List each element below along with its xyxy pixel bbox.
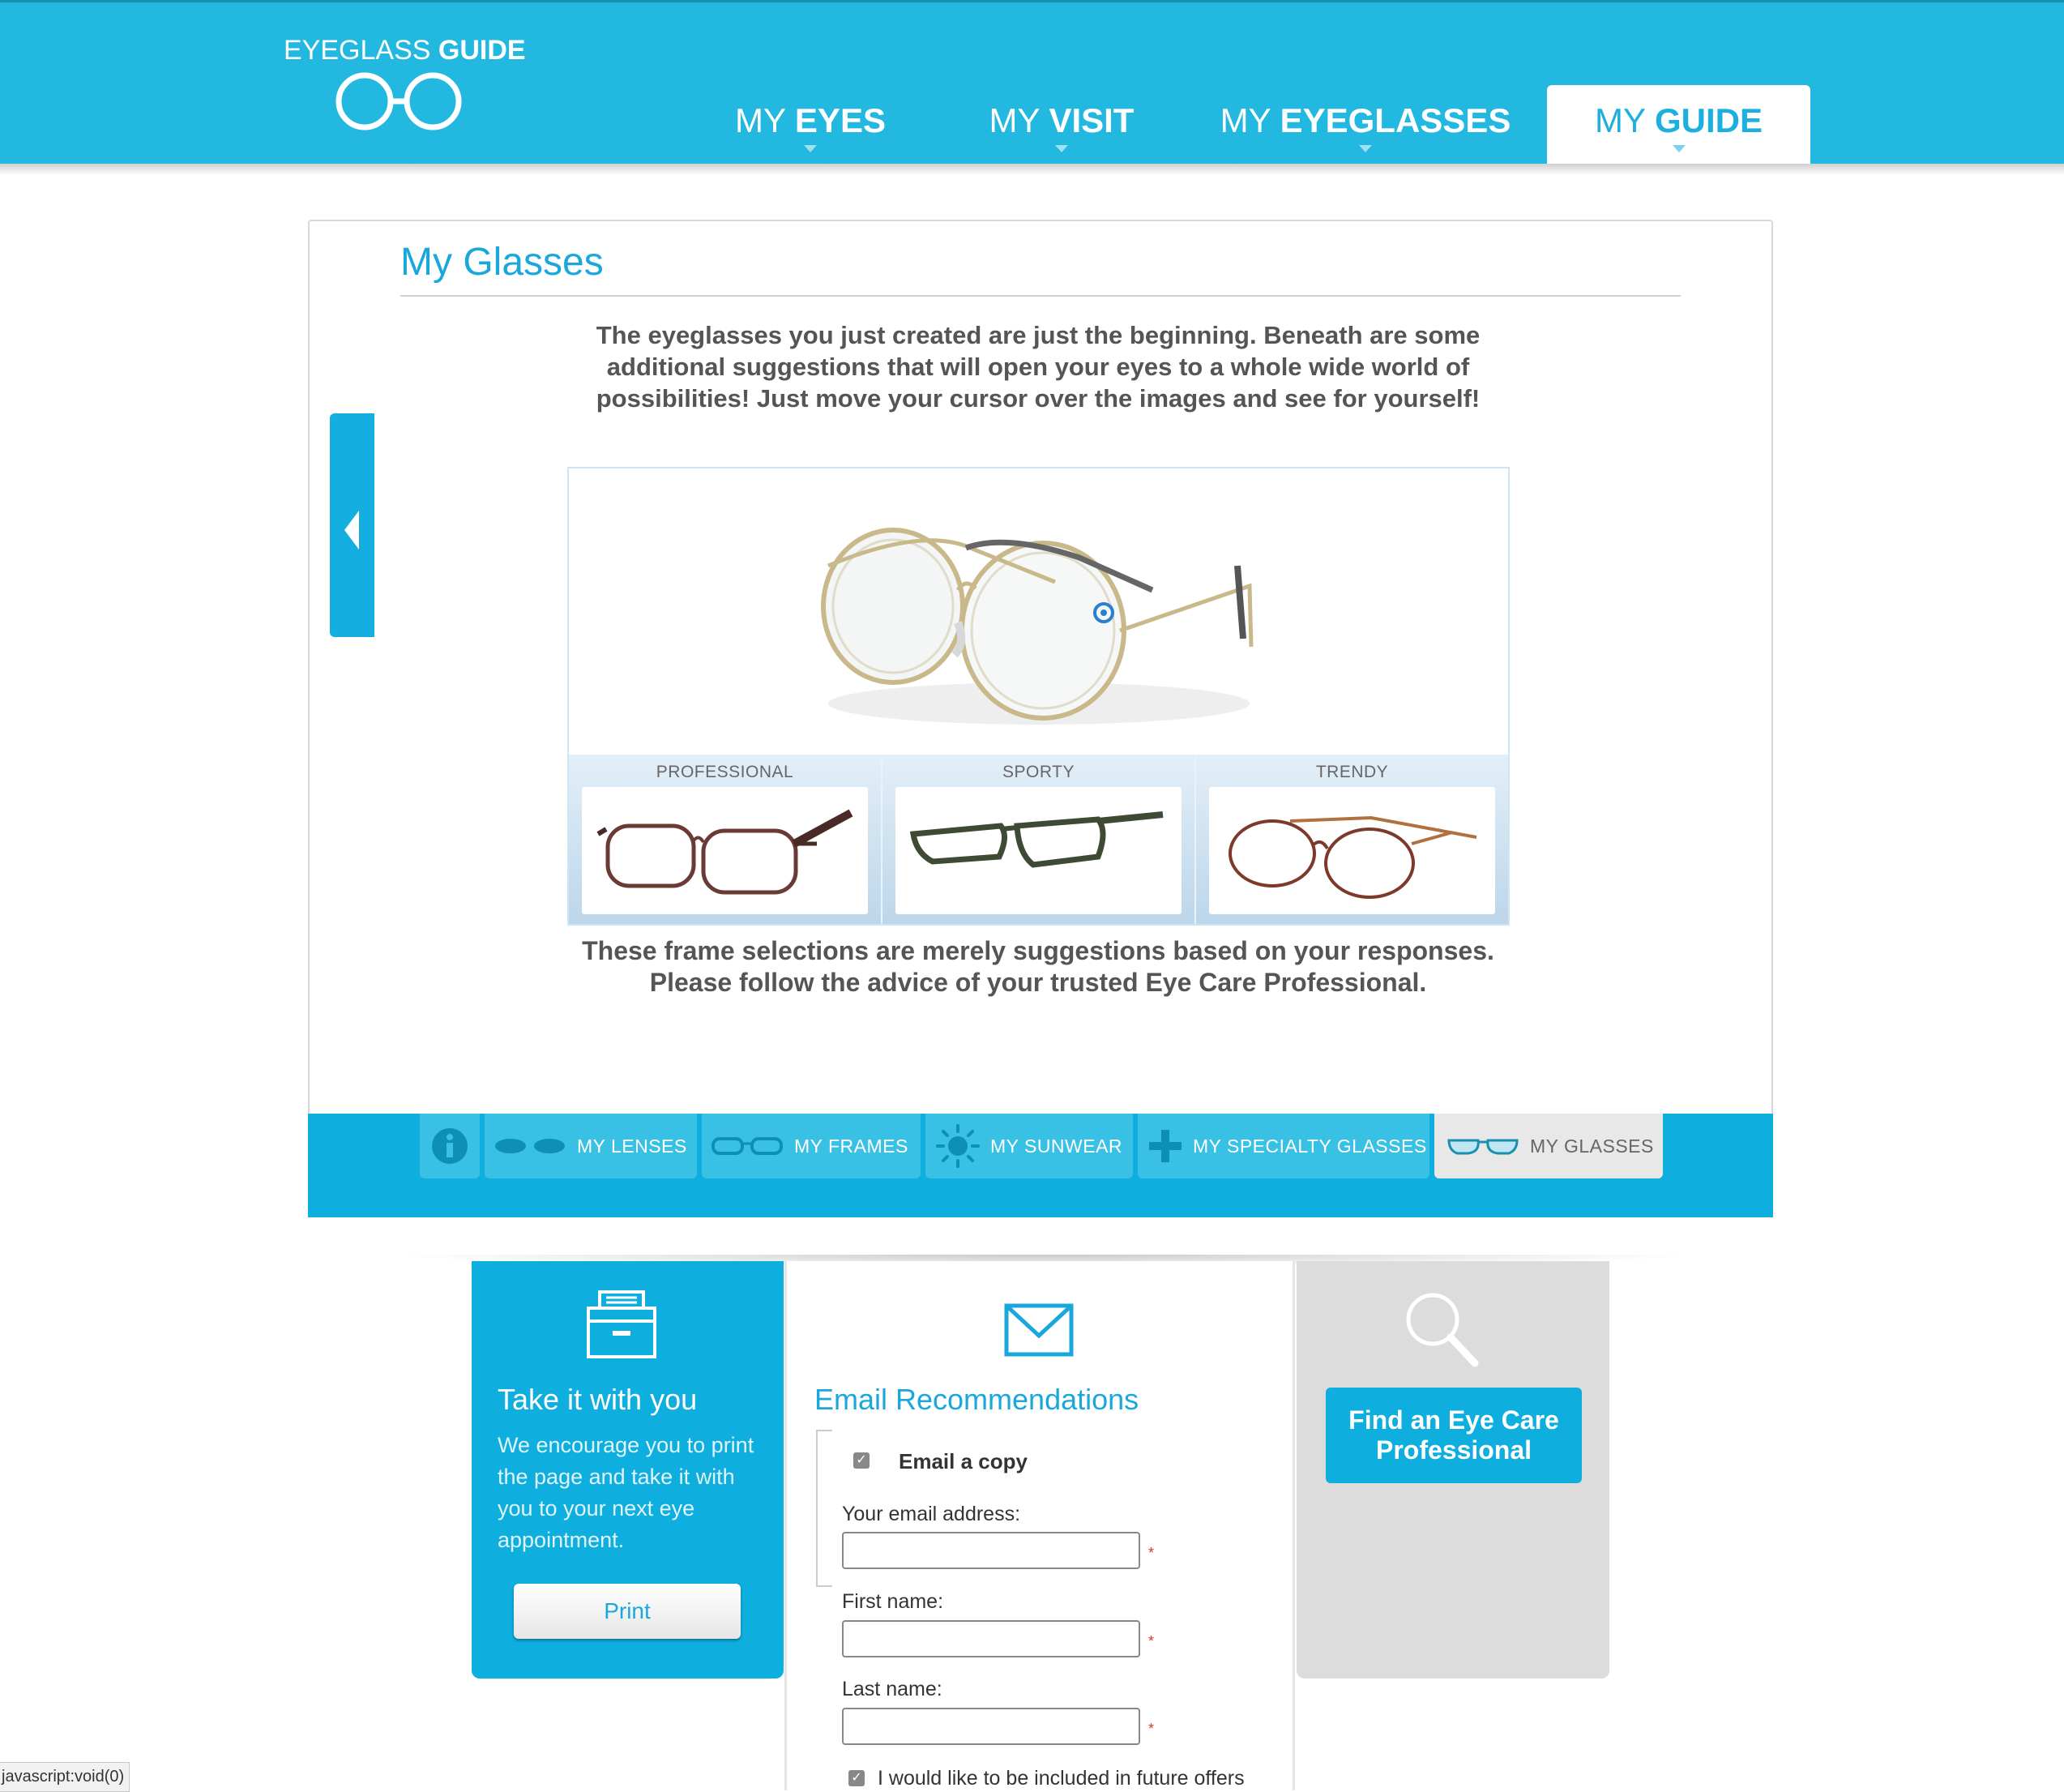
subnav-my-lenses[interactable]: MY LENSES	[485, 1114, 697, 1178]
previous-button[interactable]	[330, 413, 374, 637]
tab-my-guide[interactable]: MY GUIDE	[1547, 85, 1810, 166]
logo-text-bold: GUIDE	[438, 35, 526, 66]
email-label: Your email address:	[842, 1503, 1021, 1525]
subnav-my-glasses[interactable]: MY GLASSES	[1434, 1114, 1663, 1178]
tab-prefix: MY	[1220, 101, 1271, 139]
section-subnav: MY LENSES MY FRAMES MY SUNWEAR MY SPECIA…	[308, 1114, 1773, 1217]
suggestion-professional[interactable]: PROFESSIONAL	[569, 755, 882, 924]
required-marker: *	[1148, 1545, 1155, 1561]
chevron-down-icon	[1359, 145, 1372, 152]
suggestion-image-box	[1209, 787, 1495, 914]
tab-prefix: MY	[735, 101, 786, 139]
email-group-bracket	[816, 1430, 832, 1587]
header-shadow	[0, 164, 2064, 175]
plus-icon	[1149, 1130, 1182, 1162]
sporty-glasses-image	[909, 811, 1164, 868]
subnav-label: MY GLASSES	[1530, 1135, 1654, 1157]
subnav-my-sunwear[interactable]: MY SUNWEAR	[925, 1114, 1133, 1178]
suggestion-label: TRENDY	[1315, 763, 1389, 781]
search-icon	[1406, 1293, 1479, 1367]
glasses-icon	[1447, 1139, 1519, 1155]
tab-label: GUIDE	[1654, 101, 1763, 139]
glasses-logo-icon	[335, 72, 462, 130]
print-card-text: We encourage you to print the page and t…	[498, 1433, 754, 1552]
status-bar-url: javascript:void(0)	[0, 1762, 130, 1792]
suggestion-image-box	[582, 787, 868, 914]
suggestion-trendy[interactable]: TRENDY	[1196, 755, 1508, 924]
subnav-label: MY SPECIALTY GLASSES	[1193, 1135, 1427, 1157]
envelope-icon	[1004, 1303, 1074, 1357]
offers-label: I would like to be included in future of…	[878, 1767, 1245, 1790]
print-button[interactable]: Print	[514, 1584, 741, 1639]
logo-text-light: EYEGLASS	[284, 35, 431, 66]
offers-checkbox[interactable]: ✓	[848, 1770, 865, 1786]
suggestion-image-box	[895, 787, 1182, 914]
info-icon	[432, 1128, 468, 1164]
tab-label: EYES	[794, 101, 886, 139]
subnav-label: MY LENSES	[577, 1135, 687, 1157]
last-name-label: Last name:	[842, 1678, 942, 1700]
lenses-icon	[495, 1139, 565, 1153]
print-icon	[587, 1290, 656, 1358]
chevron-down-icon	[804, 145, 817, 152]
suggestion-thumbnails: PROFESSIONAL SPORTY TRENDY	[569, 755, 1508, 924]
required-marker: *	[1148, 1633, 1155, 1649]
tab-my-eyes[interactable]: MY EYES	[729, 85, 891, 166]
trendy-glasses-image	[1229, 815, 1477, 899]
subnav-my-specialty-glasses[interactable]: MY SPECIALTY GLASSES	[1138, 1114, 1429, 1178]
email-card: Email Recommendations ✓ Email a copy You…	[784, 1261, 1295, 1790]
title-divider	[400, 295, 1681, 297]
suggestion-label: PROFESSIONAL	[656, 763, 794, 781]
email-copy-checkbox[interactable]: ✓	[853, 1452, 870, 1469]
last-name-field[interactable]	[842, 1708, 1140, 1745]
disclaimer-line-2: Please follow the advice of your trusted…	[649, 968, 1427, 997]
frames-icon	[712, 1137, 783, 1155]
first-name-field[interactable]	[842, 1620, 1140, 1657]
logo-wordmark[interactable]: EYEGLASS GUIDE	[284, 35, 526, 66]
email-field[interactable]	[842, 1532, 1140, 1569]
disclaimer-text: These frame selections are merely sugges…	[567, 935, 1509, 999]
required-marker: *	[1148, 1721, 1155, 1737]
arrow-left-icon	[344, 511, 359, 550]
chevron-down-icon	[1055, 145, 1068, 152]
tab-my-visit[interactable]: MY VISIT	[972, 85, 1151, 166]
chevron-down-icon	[1672, 145, 1686, 152]
subnav-my-frames[interactable]: MY FRAMES	[702, 1114, 921, 1178]
tab-label: EYEGLASSES	[1280, 101, 1511, 139]
disclaimer-line-1: These frame selections are merely sugges…	[582, 936, 1494, 965]
subnav-label: MY SUNWEAR	[990, 1135, 1123, 1157]
email-card-title: Email Recommendations	[814, 1383, 1139, 1416]
tab-prefix: MY	[1595, 101, 1646, 139]
site-header: EYEGLASS GUIDE MY EYES MY VISIT MY EYEGL…	[0, 0, 2064, 166]
sun-icon	[936, 1124, 980, 1168]
intro-text: The eyeglasses you just created are just…	[596, 321, 1481, 413]
professional-glasses-image	[596, 809, 853, 895]
subnav-label: MY FRAMES	[794, 1135, 908, 1157]
email-copy-label: Email a copy	[899, 1449, 1028, 1473]
page-title: My Glasses	[400, 241, 604, 284]
tab-prefix: MY	[989, 101, 1040, 139]
info-button[interactable]	[420, 1114, 480, 1178]
find-eye-care-professional-button[interactable]: Find an Eye Care Professional	[1326, 1388, 1582, 1483]
tab-my-eyeglasses[interactable]: MY EYEGLASSES	[1216, 85, 1515, 166]
glasses-viewer: PROFESSIONAL SPORTY TRENDY	[567, 467, 1510, 926]
print-card-title: Take it with you	[498, 1383, 698, 1416]
suggestion-sporty[interactable]: SPORTY	[882, 755, 1196, 924]
print-card: Take it with you We encourage you to pri…	[472, 1261, 784, 1679]
find-professional-card: Find an Eye Care Professional	[1297, 1261, 1609, 1679]
tab-label: VISIT	[1049, 101, 1135, 139]
first-name-label: First name:	[842, 1590, 944, 1613]
selected-glasses-image	[821, 528, 1254, 725]
suggestion-label: SPORTY	[1002, 763, 1075, 781]
